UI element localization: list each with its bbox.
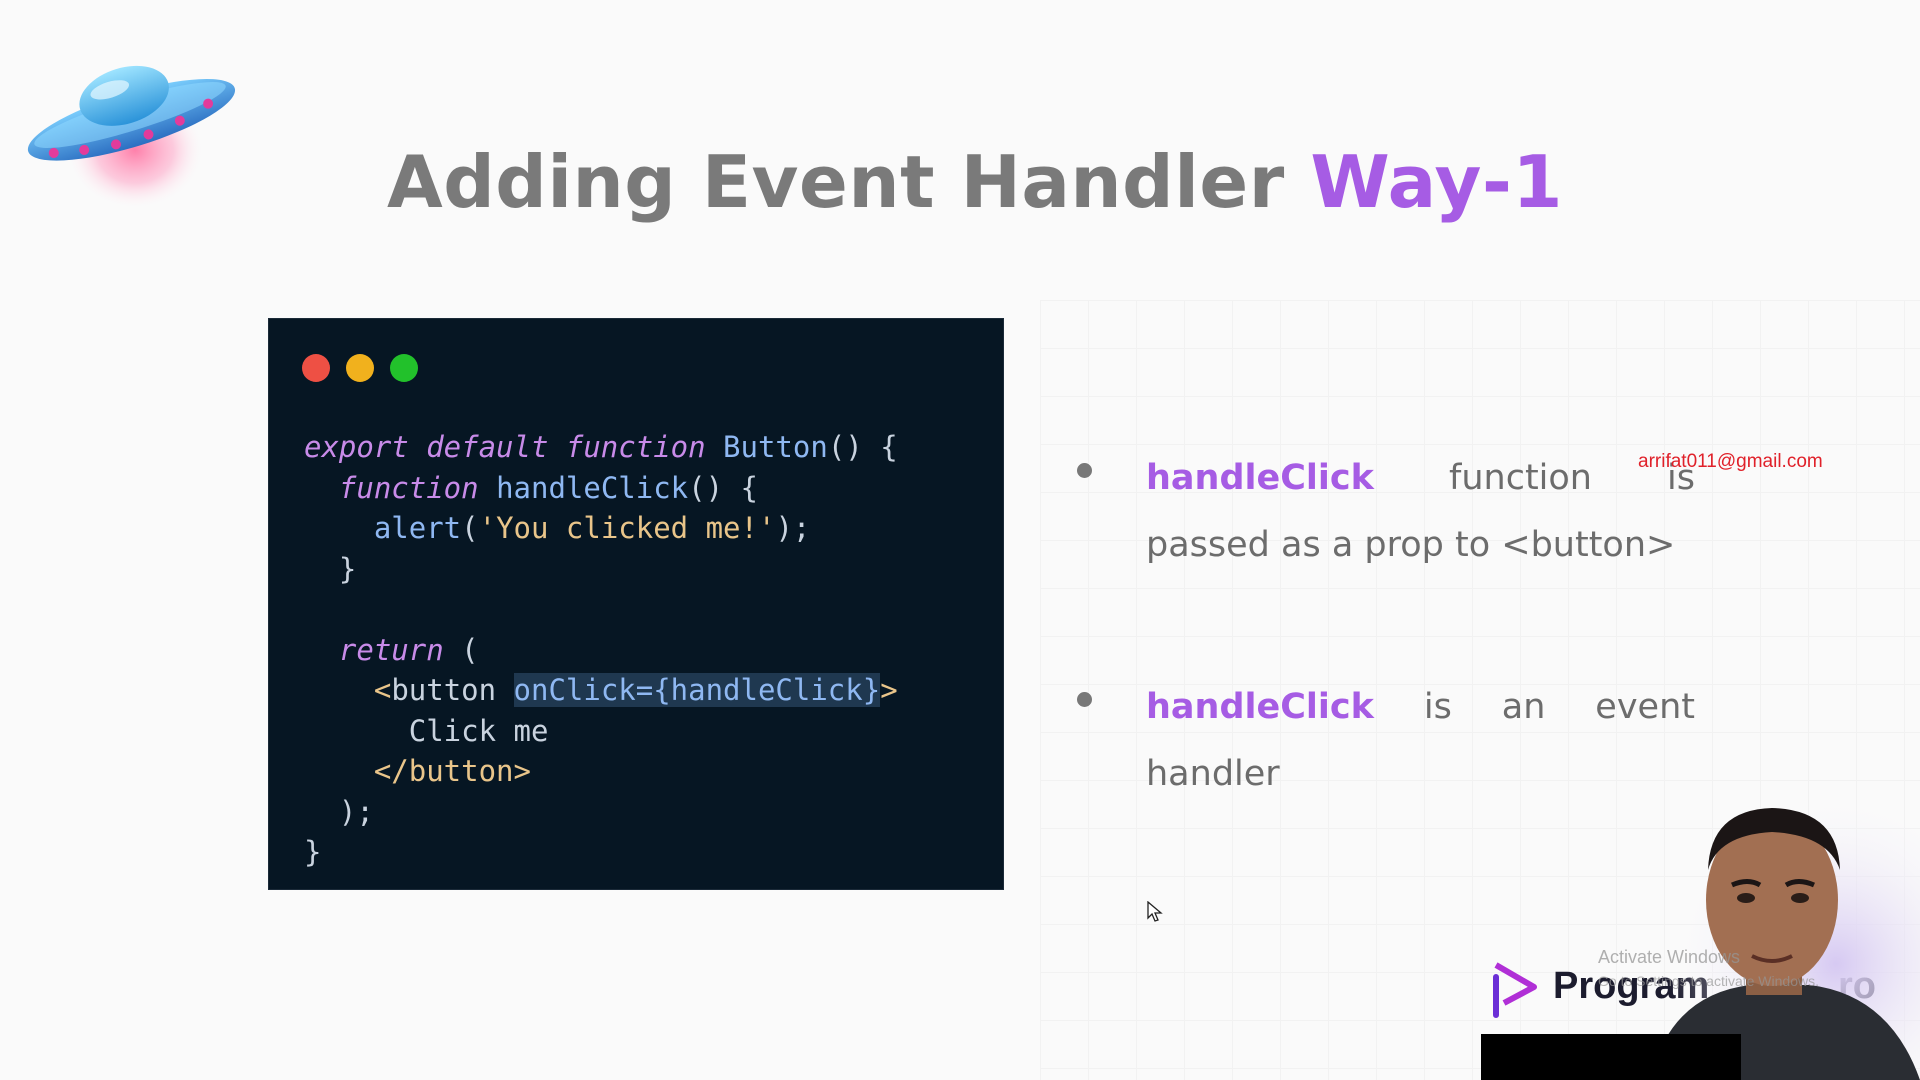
- slide-title: Adding Event Handler Way-1: [0, 140, 1920, 224]
- code-line: }: [304, 832, 993, 873]
- code-token: 'You clicked me!': [478, 511, 776, 545]
- code-line: function handleClick() {: [304, 468, 993, 509]
- bullet-list: handleClick function is passed as a prop…: [1075, 445, 1695, 903]
- code-token: >: [880, 673, 898, 707]
- code-token: Button: [723, 430, 828, 464]
- code-line: Click me: [304, 711, 993, 752]
- code-token: Click me: [304, 713, 549, 748]
- bullet-text: handleClick function is passed as a prop…: [1146, 445, 1695, 579]
- code-token: );: [304, 794, 374, 829]
- bullet-text: handleClick is an event handler: [1146, 674, 1695, 808]
- code-line: );: [304, 792, 993, 833]
- code-token: function: [338, 470, 479, 505]
- code-token: </button>: [373, 754, 531, 788]
- code-token: button: [391, 673, 514, 707]
- code-token: }: [304, 551, 357, 586]
- maximize-dot-icon: [390, 354, 418, 382]
- bullet-dot-icon: [1077, 463, 1092, 478]
- code-token: () {: [827, 430, 898, 464]
- bullet-dot-icon: [1077, 692, 1092, 707]
- black-overlay-bar: [1481, 1034, 1741, 1080]
- code-token: alert: [373, 511, 462, 545]
- play-logo-icon: [1493, 962, 1537, 1018]
- code-line: alert('You clicked me!');: [304, 508, 993, 549]
- bullet-item: handleClick is an event handler: [1075, 674, 1695, 808]
- code-token: (: [461, 511, 479, 545]
- activate-windows-title: Activate Windows: [1598, 947, 1741, 967]
- code-token: }: [304, 835, 322, 869]
- code-token: return: [338, 632, 444, 667]
- minimize-dot-icon: [346, 354, 374, 382]
- code-line: </button>: [304, 751, 993, 792]
- slide-title-main: Adding Event Handler: [387, 140, 1285, 224]
- code-line: }: [304, 549, 993, 590]
- code-token: <: [373, 673, 392, 707]
- mouse-cursor-icon: [1147, 901, 1163, 922]
- code-line: <button onClick={handleClick}>: [304, 670, 993, 711]
- code-token: );: [775, 511, 811, 545]
- slide-title-accent: Way-1: [1310, 140, 1563, 224]
- code-token: () {: [688, 470, 758, 505]
- code-line: return (: [304, 630, 993, 671]
- close-dot-icon: [302, 354, 330, 382]
- code-token: (: [443, 632, 479, 667]
- bullet-keyword: handleClick: [1146, 687, 1374, 727]
- bullet-keyword: handleClick: [1146, 458, 1374, 498]
- code-block: export default function Button() { funct…: [304, 427, 993, 873]
- bullet-item: handleClick function is passed as a prop…: [1075, 445, 1695, 579]
- code-token: onClick={handleClick}: [513, 673, 881, 707]
- code-token: handleClick: [496, 470, 689, 505]
- email-watermark: arrifat011@gmail.com: [1638, 451, 1823, 472]
- code-line: export default function Button() {: [304, 427, 993, 468]
- code-token: export default function: [304, 430, 706, 464]
- activate-windows-subtitle: Go to Settings to activate Windows.: [1598, 973, 1819, 989]
- code-window: export default function Button() { funct…: [268, 318, 1004, 890]
